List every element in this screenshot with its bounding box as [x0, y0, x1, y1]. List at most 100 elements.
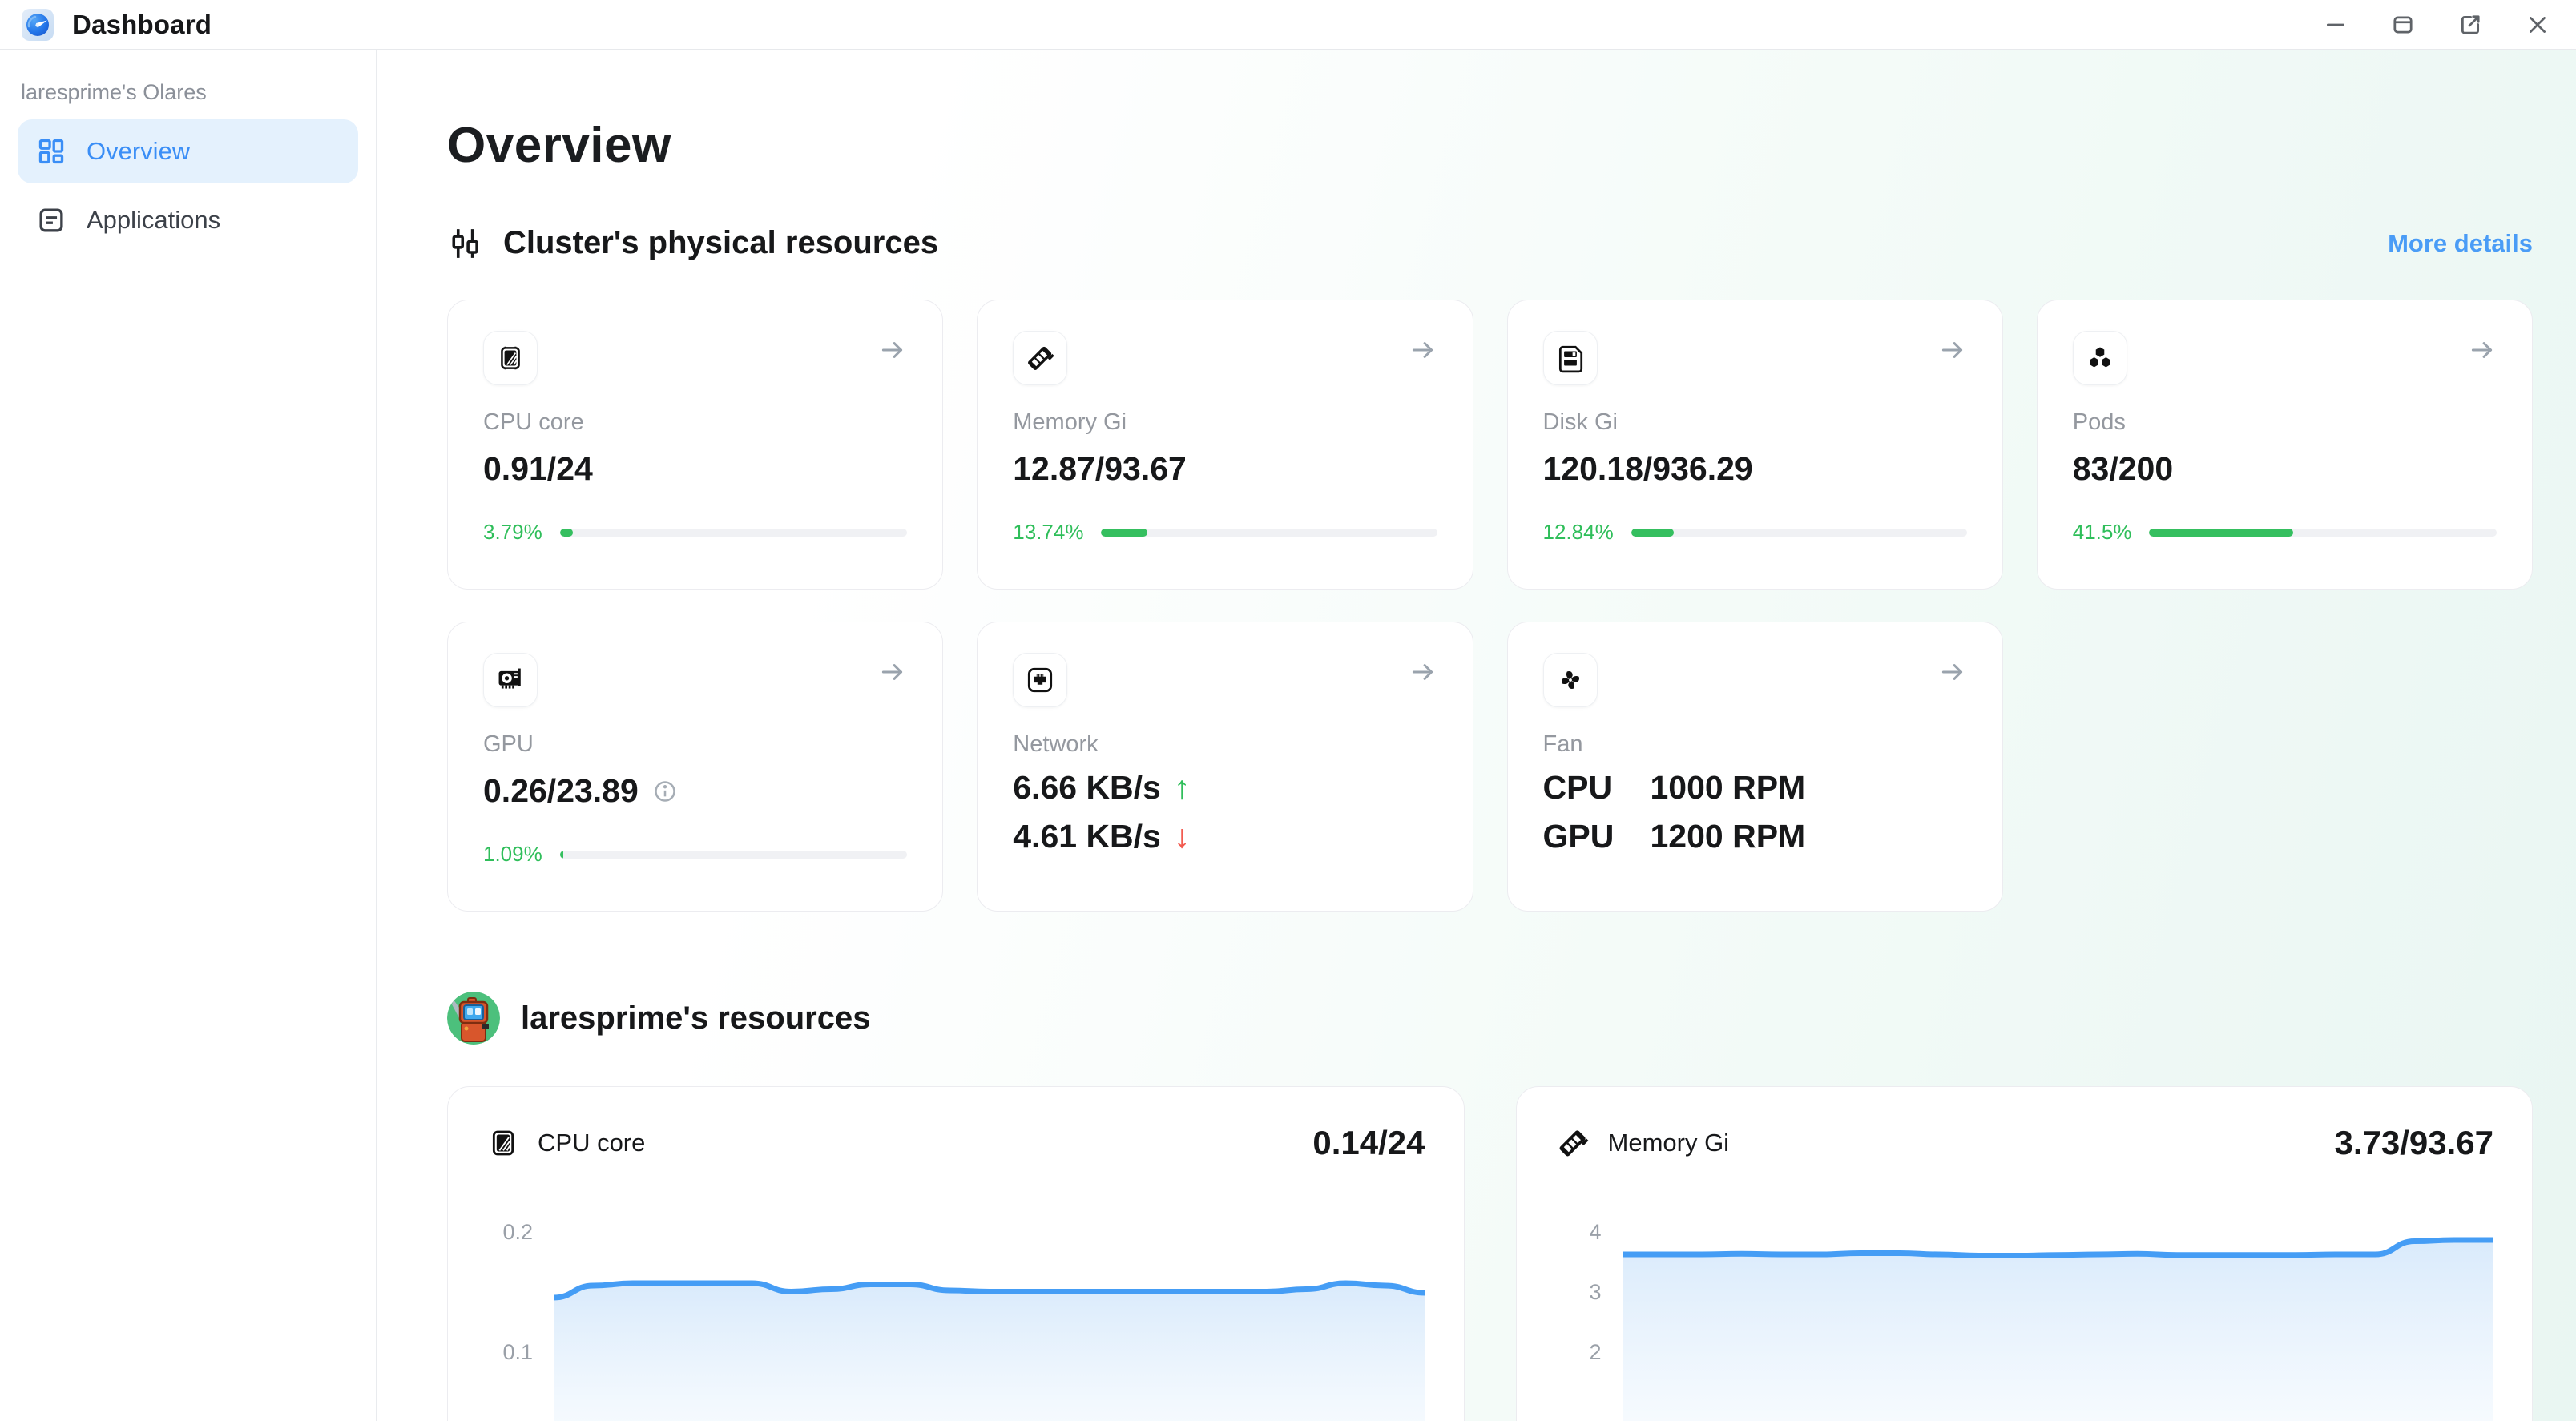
sidebar: laresprime's Olares Overview Application…	[0, 50, 377, 1421]
progress-track	[560, 529, 908, 537]
sidebar-item-overview[interactable]: Overview	[18, 119, 358, 183]
resource-label: Pods	[2073, 409, 2497, 436]
sidebar-item-label: Overview	[87, 137, 190, 166]
arrow-right-icon[interactable]	[1409, 336, 1437, 368]
progress-fill	[560, 529, 573, 537]
resource-value: 0.91/24	[483, 450, 907, 488]
restore-window-button[interactable]	[2385, 7, 2421, 42]
progress-fill	[560, 851, 564, 859]
arrow-right-icon[interactable]	[2468, 336, 2497, 368]
fan-row-value: 1200 RPM	[1651, 818, 1806, 855]
sidebar-item-applications[interactable]: Applications	[18, 188, 358, 252]
usage-percent: 41.5%	[2073, 520, 2132, 545]
disk-card[interactable]: Disk Gi 120.18/936.29 12.84%	[1507, 300, 2003, 590]
progress-fill	[2149, 529, 2293, 537]
fan-icon	[1543, 653, 1598, 707]
network-upload-row: 6.66 KB/s ↑	[1013, 769, 1437, 807]
usage-progress: 41.5%	[2073, 520, 2497, 545]
more-details-link[interactable]: More details	[2388, 229, 2533, 258]
chart-title: CPU core	[538, 1129, 645, 1157]
physical-resources-icon	[447, 226, 482, 261]
area-chart	[554, 1201, 1425, 1421]
memory-icon	[1013, 331, 1067, 385]
arrow-right-icon[interactable]	[878, 658, 907, 690]
fan-row-name: CPU	[1543, 769, 1638, 807]
y-axis-labels: 432	[1555, 1201, 1623, 1421]
chart-plot-area: 432	[1555, 1201, 2494, 1421]
y-axis-labels: 0.20.1	[486, 1201, 554, 1421]
user-section-title: laresprime's resources	[521, 1000, 870, 1037]
window-titlebar: Dashboard	[0, 0, 2576, 50]
dashboard-grid-icon	[37, 137, 66, 166]
progress-track	[560, 851, 908, 859]
fan-cpu-row: CPU 1000 RPM	[1543, 769, 1967, 807]
usage-progress: 1.09%	[483, 842, 907, 867]
cpu-card[interactable]: CPU core 0.91/24 3.79%	[447, 300, 943, 590]
main-content: Overview Cluster's physical resources Mo…	[377, 50, 2576, 1421]
open-external-button[interactable]	[2453, 7, 2488, 42]
resource-label: Disk Gi	[1543, 409, 1967, 436]
fan-card[interactable]: Fan CPU 1000 RPM GPU 1200 RPM	[1507, 622, 2003, 912]
usage-percent: 3.79%	[483, 520, 542, 545]
usage-progress: 13.74%	[1013, 520, 1437, 545]
progress-fill	[1631, 529, 1675, 537]
chart-card-header: Memory Gi 3.73/93.67	[1555, 1124, 2494, 1162]
gpu-value-text: 0.26/23.89	[483, 772, 639, 810]
usage-percent: 12.84%	[1543, 520, 1614, 545]
chart-title: Memory Gi	[1608, 1129, 1730, 1157]
resource-value: 0.26/23.89	[483, 772, 907, 810]
disk-icon	[1543, 331, 1598, 385]
cluster-section-title: Cluster's physical resources	[503, 225, 938, 261]
close-button[interactable]	[2520, 7, 2555, 42]
resource-label: GPU	[483, 731, 907, 758]
pods-card[interactable]: Pods 83/200 41.5%	[2037, 300, 2533, 590]
resource-label: Memory Gi	[1013, 409, 1437, 436]
progress-track	[2149, 529, 2497, 537]
user-charts-grid: CPU core 0.14/24 0.20.1	[447, 1086, 2533, 1421]
open-external-icon	[2458, 13, 2482, 37]
page-title: Overview	[447, 117, 2533, 174]
download-arrow-icon: ↓	[1174, 818, 1191, 855]
chart-card-header: CPU core 0.14/24	[486, 1124, 1425, 1162]
progress-fill	[1101, 529, 1147, 537]
window-restore-icon	[2391, 13, 2415, 37]
gpu-icon	[483, 653, 538, 707]
cpu-icon	[483, 331, 538, 385]
usage-percent: 1.09%	[483, 842, 542, 867]
upload-speed: 6.66 KB/s	[1013, 769, 1161, 807]
arrow-right-icon[interactable]	[1409, 658, 1437, 690]
memory-icon	[1555, 1125, 1590, 1161]
network-icon	[1013, 653, 1067, 707]
resource-value: 120.18/936.29	[1543, 450, 1967, 488]
arrow-right-icon[interactable]	[878, 336, 907, 368]
cpu-chart-card: CPU core 0.14/24 0.20.1	[447, 1086, 1465, 1421]
app-title: Dashboard	[72, 10, 212, 40]
fan-gpu-row: GPU 1200 RPM	[1543, 818, 1967, 855]
cluster-section-header: Cluster's physical resources More detail…	[447, 225, 2533, 261]
y-axis-tick: 4	[1589, 1220, 1601, 1245]
network-card[interactable]: Network 6.66 KB/s ↑ 4.61 KB/s ↓	[977, 622, 1473, 912]
area-chart	[1623, 1201, 2494, 1421]
progress-track	[1631, 529, 1967, 537]
y-axis-tick: 0.1	[502, 1340, 533, 1365]
arrow-right-icon[interactable]	[1938, 658, 1967, 690]
memory-card[interactable]: Memory Gi 12.87/93.67 13.74%	[977, 300, 1473, 590]
progress-track	[1101, 529, 1437, 537]
sidebar-item-label: Applications	[87, 206, 220, 235]
arrow-right-icon[interactable]	[1938, 336, 1967, 368]
download-speed: 4.61 KB/s	[1013, 818, 1161, 855]
usage-percent: 13.74%	[1013, 520, 1083, 545]
gpu-card[interactable]: GPU 0.26/23.89 1.09%	[447, 622, 943, 912]
resource-label: Fan	[1543, 731, 1967, 758]
pods-icon	[2073, 331, 2127, 385]
minimize-icon	[2324, 13, 2348, 37]
app-logo-icon	[21, 8, 54, 42]
info-icon[interactable]	[653, 779, 677, 803]
y-axis-tick: 2	[1589, 1340, 1601, 1365]
fan-row-value: 1000 RPM	[1651, 769, 1806, 807]
upload-arrow-icon: ↑	[1174, 769, 1191, 807]
minimize-button[interactable]	[2318, 7, 2353, 42]
network-download-row: 4.61 KB/s ↓	[1013, 818, 1437, 855]
user-section-header: laresprime's resources	[447, 992, 2533, 1045]
chart-current-value: 0.14/24	[1312, 1124, 1425, 1162]
